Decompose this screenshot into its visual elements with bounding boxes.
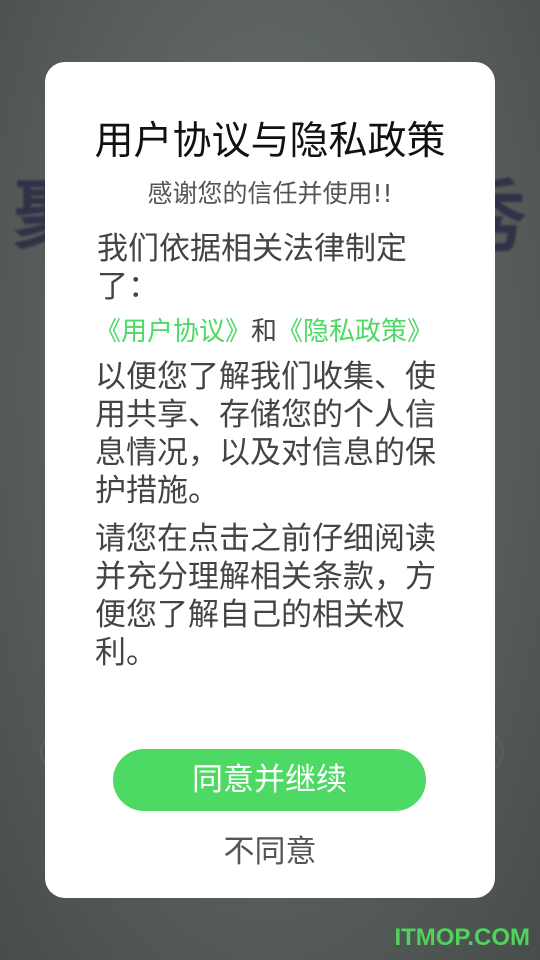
disagree-button[interactable]: 不同意 xyxy=(45,826,495,871)
agree-continue-button[interactable]: 同意并继续 xyxy=(113,749,426,811)
collection-paragraph: 以便您了解我们收集、使用共享、存储您的个人信息情况，以及对信息的保护措施。 xyxy=(95,359,436,509)
dialog-body: 我们依据相关法律制定了： 《用户协议》和《隐私政策》 以便您了解我们收集、使用共… xyxy=(95,230,445,682)
links-conjunction: 和 xyxy=(251,317,278,347)
dialog-title: 用户协议与隐私政策 xyxy=(94,119,446,164)
read-carefully-paragraph: 请您在点击之前仔细阅读并充分理解相关条款，方便您了解自己的相关权利。 xyxy=(95,521,436,671)
agreement-links: 《用户协议》和《隐私政策》 xyxy=(95,314,445,350)
privacy-policy-link[interactable]: 《隐私政策》 xyxy=(277,317,433,347)
agreement-dialog: 用户协议与隐私政策 感谢您的信任并使用!! 我们依据相关法律制定了： 《用户协议… xyxy=(45,62,495,898)
dialog-subtitle: 感谢您的信任并使用!! xyxy=(147,179,393,208)
site-watermark: ITMOP.COM xyxy=(394,924,530,951)
user-agreement-link[interactable]: 《用户协议》 xyxy=(95,317,251,347)
intro-text: 我们依据相关法律制定了： xyxy=(97,231,407,305)
